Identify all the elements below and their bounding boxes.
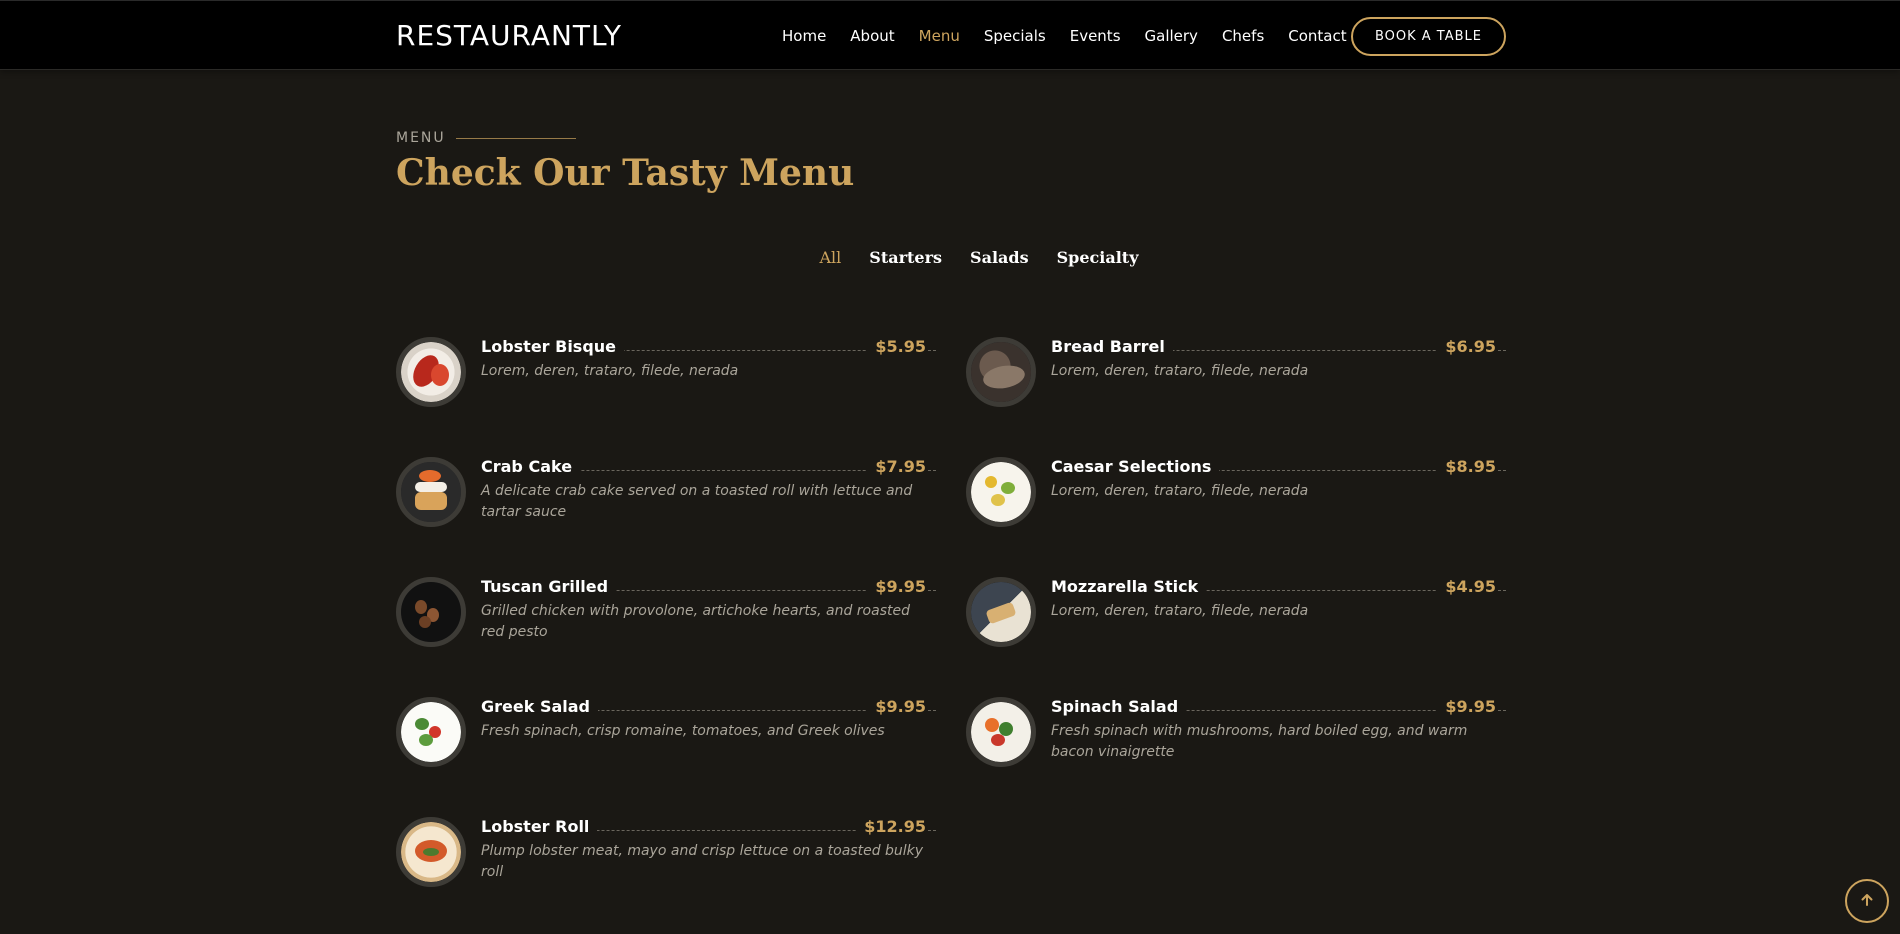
menu-item: Spinach Salad $9.95 Fresh spinach with m…: [966, 697, 1506, 777]
nav-about[interactable]: About: [838, 27, 906, 45]
item-name: Lobster Roll: [481, 817, 598, 836]
bread-barrel-image: [966, 337, 1036, 407]
item-price: $6.95: [1437, 337, 1496, 356]
item-description: Plump lobster meat, mayo and crisp lettu…: [481, 843, 924, 880]
nav-contact[interactable]: Contact: [1276, 27, 1358, 45]
menu-item: Lobster Roll $12.95 Plump lobster meat, …: [396, 817, 936, 897]
arrow-up-icon: [1859, 889, 1875, 913]
item-description: A delicate crab cake served on a toasted…: [481, 483, 913, 520]
filter-starters[interactable]: Starters: [869, 248, 942, 267]
item-name: Caesar Selections: [1051, 457, 1220, 476]
menu-item: Bread Barrel $6.95 Lorem, deren, trataro…: [966, 337, 1506, 417]
filter-specialty[interactable]: Specialty: [1057, 248, 1139, 267]
mozzarella-stick-image: [966, 577, 1036, 647]
scroll-to-top-button[interactable]: [1845, 879, 1889, 923]
item-price: $12.95: [856, 817, 926, 836]
menu-item: Crab Cake $7.95 A delicate crab cake ser…: [396, 457, 936, 537]
item-name: Greek Salad: [481, 697, 598, 716]
item-price: $5.95: [867, 337, 926, 356]
item-description: Lorem, deren, trataro, filede, nerada: [1051, 363, 1309, 379]
menu-item: Caesar Selections $8.95 Lorem, deren, tr…: [966, 457, 1506, 537]
item-price: $9.95: [1437, 697, 1496, 716]
item-price: $7.95: [867, 457, 926, 476]
section-label: MENU: [396, 130, 576, 146]
item-name: Lobster Bisque: [481, 337, 625, 356]
lobster-bisque-image: [396, 337, 466, 407]
greek-salad-image: [396, 697, 466, 767]
item-name: Tuscan Grilled: [481, 577, 617, 596]
item-description: Fresh spinach, crisp romaine, tomatoes, …: [481, 723, 885, 739]
item-name: Spinach Salad: [1051, 697, 1187, 716]
item-description: Grilled chicken with provolone, artichok…: [481, 603, 910, 640]
item-price: $4.95: [1437, 577, 1496, 596]
item-description: Lorem, deren, trataro, filede, nerada: [1051, 483, 1309, 499]
item-price: $9.95: [867, 577, 926, 596]
menu-filters: All Starters Salads Specialty: [0, 248, 1900, 267]
menu-item: Lobster Bisque $5.95 Lorem, deren, trata…: [396, 337, 936, 417]
item-name: Mozzarella Stick: [1051, 577, 1207, 596]
main-nav: Home About Menu Specials Events Gallery …: [770, 1, 1359, 71]
nav-events[interactable]: Events: [1058, 27, 1133, 45]
filter-all[interactable]: All: [820, 248, 842, 267]
nav-menu[interactable]: Menu: [907, 27, 972, 45]
item-name: Bread Barrel: [1051, 337, 1173, 356]
spinach-salad-image: [966, 697, 1036, 767]
item-description: Lorem, deren, trataro, filede, nerada: [1051, 603, 1309, 619]
caesar-selections-image: [966, 457, 1036, 527]
tuscan-grilled-image: [396, 577, 466, 647]
nav-chefs[interactable]: Chefs: [1210, 27, 1276, 45]
section-label-text: MENU: [396, 130, 446, 146]
section-title: Check Our Tasty Menu: [396, 152, 855, 194]
site-header: RESTAURANTLY Home About Menu Specials Ev…: [0, 0, 1900, 70]
section-label-divider: [455, 137, 576, 139]
menu-item: Greek Salad $9.95 Fresh spinach, crisp r…: [396, 697, 936, 777]
filter-salads[interactable]: Salads: [970, 248, 1029, 267]
nav-home[interactable]: Home: [770, 27, 838, 45]
site-logo[interactable]: RESTAURANTLY: [396, 19, 622, 52]
item-price: $9.95: [867, 697, 926, 716]
item-price: $8.95: [1437, 457, 1496, 476]
lobster-roll-image: [396, 817, 466, 887]
item-name: Crab Cake: [481, 457, 581, 476]
item-description: Fresh spinach with mushrooms, hard boile…: [1051, 723, 1468, 760]
nav-specials[interactable]: Specials: [972, 27, 1058, 45]
crab-cake-image: [396, 457, 466, 527]
menu-item: Tuscan Grilled $9.95 Grilled chicken wit…: [396, 577, 936, 657]
menu-item: Mozzarella Stick $4.95 Lorem, deren, tra…: [966, 577, 1506, 657]
item-description: Lorem, deren, trataro, filede, nerada: [481, 363, 739, 379]
nav-gallery[interactable]: Gallery: [1133, 27, 1210, 45]
book-a-table-button[interactable]: BOOK A TABLE: [1351, 17, 1506, 56]
